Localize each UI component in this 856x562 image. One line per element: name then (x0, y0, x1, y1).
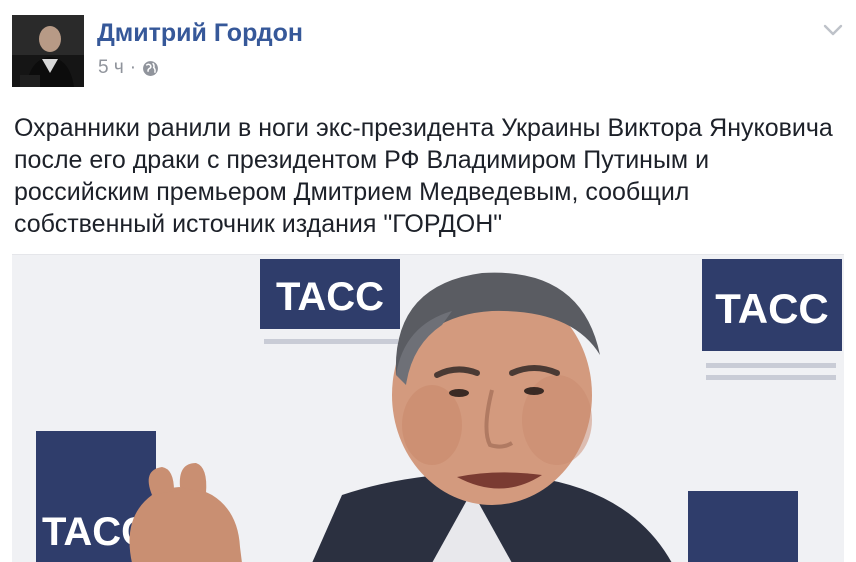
svg-text:TACC: TACC (276, 275, 384, 319)
author-avatar[interactable] (12, 15, 84, 87)
post-meta: 5 ч · (98, 56, 159, 80)
facebook-post: Дмитрий Гордон 5 ч · Охранники ранили в … (0, 0, 856, 562)
post-text: Охранники ранили в ноги экс-президента У… (14, 114, 833, 238)
post-timestamp[interactable]: 5 ч (98, 56, 124, 80)
tass-logo-right-bottom (688, 491, 798, 562)
globe-icon[interactable] (142, 60, 159, 77)
chevron-down-icon[interactable] (822, 22, 844, 38)
svg-text:TACC: TACC (715, 285, 829, 332)
author-name-link[interactable]: Дмитрий Гордон (97, 17, 303, 49)
meta-separator: · (129, 57, 137, 78)
photo-image: TACC TACC TACC (12, 255, 844, 562)
post-photo[interactable]: TACC TACC TACC (12, 254, 844, 562)
